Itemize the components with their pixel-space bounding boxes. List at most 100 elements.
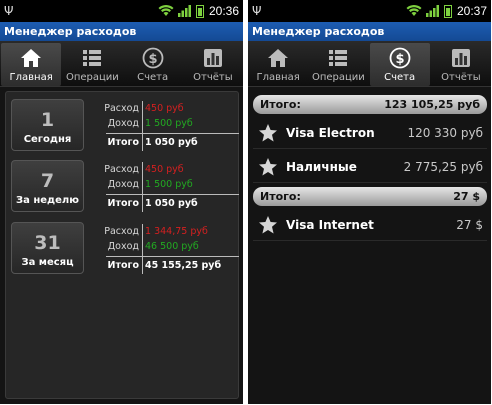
tab-label: Операции: [65, 72, 119, 83]
group-total-bar: Итого: 123 105,25 руб: [253, 95, 487, 114]
account-name: Visa Electron: [286, 125, 375, 140]
bar-chart-icon: [451, 49, 470, 67]
accounts-list: Итого: 123 105,25 руб Visa Electron 120 …: [248, 91, 491, 404]
list-icon: [83, 50, 102, 66]
tab-home[interactable]: Главная: [248, 41, 308, 86]
calendar-icon: 31: [34, 232, 61, 254]
expense-value: 450 руб: [145, 164, 184, 175]
tab-label: Отчёты: [441, 72, 481, 83]
total-label: Итого: [107, 260, 139, 271]
month-button[interactable]: 31 За месяц: [11, 222, 84, 274]
summary-panel: 1 Сегодня Расход 450 руб Доход 1 500 руб…: [5, 91, 239, 399]
tab-reports[interactable]: Отчёты: [431, 41, 491, 86]
income-row: Доход 46 500 руб: [91, 239, 199, 254]
tab-accounts[interactable]: $ Счета: [369, 43, 430, 86]
tab-operations[interactable]: Операции: [62, 41, 122, 86]
account-amount: 120 330 руб: [407, 125, 483, 140]
tab-home[interactable]: Главная: [1, 43, 62, 86]
total-label: Итого:: [260, 98, 301, 111]
tab-label: Главная: [9, 72, 53, 83]
home-icon: [21, 49, 42, 67]
tab-operations[interactable]: Операции: [308, 41, 368, 86]
star-icon: [259, 123, 277, 141]
divider: [106, 256, 239, 257]
tab-label: Счета: [137, 72, 169, 83]
expense-row: Расход 1 344,75 руб: [91, 224, 208, 239]
app-title: Менеджер расходов: [248, 22, 491, 41]
dollar-icon: $: [389, 47, 411, 69]
expense-value: 450 руб: [145, 103, 184, 114]
account-row[interactable]: Наличные 2 775,25 руб: [253, 151, 487, 183]
status-time: 20:36: [208, 4, 239, 18]
list-icon: [329, 50, 348, 66]
total-row: Итого 1 050 руб: [91, 135, 198, 150]
period-today: 1 Сегодня Расход 450 руб Доход 1 500 руб…: [11, 99, 241, 151]
expense-value: 1 344,75 руб: [145, 226, 208, 237]
tab-label: Главная: [256, 72, 300, 83]
period-week: 7 За неделю Расход 450 руб Доход 1 500 р…: [11, 160, 241, 212]
expense-label: Расход: [104, 103, 139, 114]
period-month: 31 За месяц Расход 1 344,75 руб Доход 46…: [11, 222, 241, 274]
battery-icon: [443, 4, 452, 18]
star-icon: [259, 157, 277, 175]
expense-label: Расход: [104, 164, 139, 175]
signal-icon: [177, 5, 191, 17]
total-value: 1 050 руб: [145, 198, 198, 209]
status-time: 20:37: [456, 4, 487, 18]
phone-screen-home: Ψ 20:36 Менеджер расходов Главная Операц…: [0, 0, 243, 404]
tab-reports[interactable]: Отчёты: [183, 41, 243, 86]
total-value: 1 050 руб: [145, 137, 198, 148]
tab-bar: Главная Операции $ Счета Отчёты: [0, 41, 243, 87]
today-button[interactable]: 1 Сегодня: [11, 99, 84, 151]
star-icon: [259, 215, 277, 233]
group-total-bar: Итого: 27 $: [253, 187, 487, 206]
account-amount: 2 775,25 руб: [403, 159, 483, 174]
divider: [142, 162, 143, 212]
income-label: Доход: [107, 241, 139, 252]
phone-screen-accounts: Ψ 20:37 Менеджер расходов Главная Операц…: [248, 0, 491, 404]
account-name: Наличные: [286, 159, 357, 174]
expense-row: Расход 450 руб: [91, 162, 184, 177]
total-row: Итого 45 155,25 руб: [91, 258, 222, 273]
income-label: Доход: [107, 118, 139, 129]
svg-text:$: $: [148, 52, 157, 67]
expense-row: Расход 450 руб: [91, 101, 184, 116]
calendar-icon: 7: [40, 170, 55, 192]
tab-accounts[interactable]: $ Счета: [123, 41, 183, 86]
week-button[interactable]: 7 За неделю: [11, 160, 84, 212]
calendar-icon: 1: [40, 109, 55, 131]
divider: [106, 133, 239, 134]
bar-chart-icon: [203, 49, 222, 67]
status-bar: Ψ 20:36: [0, 0, 243, 22]
tab-label: Операции: [311, 72, 365, 83]
period-label: За неделю: [16, 195, 79, 206]
account-row[interactable]: Visa Electron 120 330 руб: [253, 117, 487, 149]
total-row: Итого 1 050 руб: [91, 196, 198, 211]
svg-text:$: $: [395, 52, 404, 67]
income-value: 46 500 руб: [145, 241, 199, 252]
status-bar: Ψ 20:37: [248, 0, 491, 22]
dollar-icon: $: [142, 47, 164, 69]
battery-icon: [195, 4, 204, 18]
signal-icon: [425, 5, 439, 17]
divider: [142, 224, 143, 274]
tab-label: Отчёты: [193, 72, 233, 83]
wifi-icon: [406, 5, 422, 16]
tab-bar: Главная Операции $ Счета Отчёты: [248, 41, 491, 87]
usb-icon: Ψ: [252, 4, 262, 18]
wifi-icon: [158, 5, 174, 16]
total-label: Итого: [107, 198, 139, 209]
divider: [106, 194, 239, 195]
tab-label: Счета: [384, 72, 416, 83]
app-title: Менеджер расходов: [0, 22, 243, 41]
home-icon: [268, 49, 289, 67]
account-row[interactable]: Visa Internet 27 $: [253, 209, 487, 241]
period-label: Сегодня: [23, 134, 72, 145]
income-label: Доход: [107, 179, 139, 190]
screenshot-pair: Ψ 20:36 Менеджер расходов Главная Операц…: [0, 0, 492, 405]
total-value: 27 $: [453, 190, 480, 203]
divider: [142, 101, 143, 151]
income-value: 1 500 руб: [145, 179, 193, 190]
account-name: Visa Internet: [286, 217, 374, 232]
total-value: 45 155,25 руб: [145, 260, 222, 271]
